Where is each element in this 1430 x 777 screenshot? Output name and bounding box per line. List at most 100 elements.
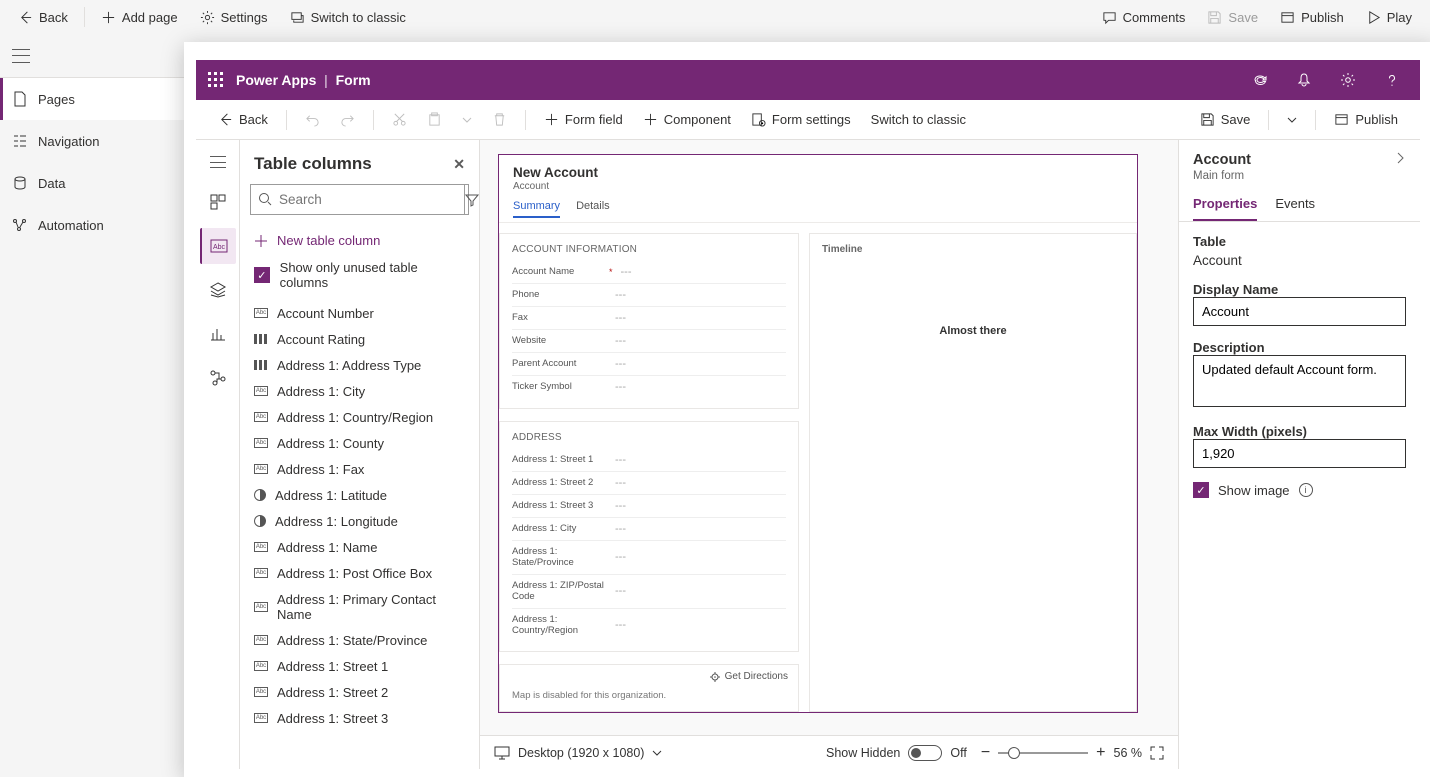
- column-item[interactable]: AbcAddress 1: City: [240, 378, 479, 404]
- column-item[interactable]: AbcAddress 1: Name: [240, 534, 479, 560]
- form-field[interactable]: Address 1: Street 1---: [512, 449, 786, 472]
- form-field[interactable]: Parent Account---: [512, 353, 786, 376]
- column-item[interactable]: AbcAddress 1: Country/Region: [240, 404, 479, 430]
- editor-save-button[interactable]: Save: [1194, 108, 1257, 131]
- form-field[interactable]: Address 1: Street 2---: [512, 472, 786, 495]
- form-field[interactable]: Address 1: City---: [512, 518, 786, 541]
- info-icon[interactable]: i: [1299, 483, 1313, 497]
- form-field[interactable]: Account Name*---: [512, 261, 786, 284]
- switch-classic-button[interactable]: Switch to classic: [865, 108, 972, 131]
- bell-icon[interactable]: [1288, 72, 1320, 88]
- rail-table-columns[interactable]: Abc: [200, 228, 236, 264]
- hamburger-icon[interactable]: [12, 49, 30, 63]
- savings-icon[interactable]: [1244, 71, 1276, 89]
- show-only-unused-checkbox[interactable]: ✓ Show only unused table columns: [250, 254, 469, 296]
- get-directions-button[interactable]: Get Directions: [500, 669, 798, 684]
- rail-business-rules[interactable]: [200, 360, 236, 396]
- add-page-button[interactable]: Add page: [91, 6, 188, 29]
- nav-data[interactable]: Data: [0, 162, 184, 204]
- form-tab-summary[interactable]: Summary: [513, 200, 560, 218]
- editor-back-button[interactable]: Back: [212, 108, 274, 131]
- search-input[interactable]: [251, 185, 464, 214]
- settings-button[interactable]: Settings: [190, 6, 278, 29]
- form-field[interactable]: Ticker Symbol---: [512, 376, 786, 398]
- rail-components[interactable]: [200, 184, 236, 220]
- column-item[interactable]: AbcAddress 1: Post Office Box: [240, 560, 479, 586]
- comments-button[interactable]: Comments: [1092, 6, 1196, 29]
- back-button[interactable]: Back: [8, 6, 78, 29]
- redo-button[interactable]: [334, 108, 361, 131]
- switch-to-classic-button[interactable]: Switch to classic: [280, 6, 416, 29]
- column-item[interactable]: AbcAddress 1: Fax: [240, 456, 479, 482]
- form-tab-details[interactable]: Details: [576, 200, 610, 218]
- column-item[interactable]: AbcAddress 1: Primary Contact Name: [240, 586, 479, 627]
- form-field[interactable]: Phone---: [512, 284, 786, 307]
- cut-button[interactable]: [386, 108, 413, 131]
- new-table-column-button[interactable]: New table column: [250, 227, 469, 254]
- form-field-button[interactable]: Form field: [538, 108, 629, 131]
- rail-hamburger[interactable]: [210, 144, 226, 180]
- show-hidden-toggle[interactable]: Show Hidden Off: [826, 745, 967, 761]
- abc-field-icon: Abc: [210, 239, 228, 253]
- form-field[interactable]: Address 1: ZIP/Postal Code---: [512, 575, 786, 609]
- nav-navigation[interactable]: Navigation: [0, 120, 184, 162]
- undo-button[interactable]: [299, 108, 326, 131]
- column-item[interactable]: AbcAddress 1: Street 2: [240, 679, 479, 705]
- form-field[interactable]: Fax---: [512, 307, 786, 330]
- canvas-scroll[interactable]: New Account Account Summary Details ACCO…: [480, 140, 1178, 735]
- column-label: Address 1: Street 3: [277, 711, 388, 726]
- column-item[interactable]: AbcAddress 1: State/Province: [240, 627, 479, 653]
- column-item[interactable]: Address 1: Latitude: [240, 482, 479, 508]
- help-icon[interactable]: [1376, 72, 1408, 88]
- viewport-picker[interactable]: Desktop (1920 x 1080): [494, 746, 662, 760]
- zoom-slider[interactable]: [998, 752, 1088, 754]
- table-columns-list[interactable]: AbcAccount NumberAccount RatingAddress 1…: [240, 300, 479, 769]
- nav-pages[interactable]: Pages: [0, 78, 184, 120]
- form-preview[interactable]: New Account Account Summary Details ACCO…: [498, 154, 1138, 713]
- form-field[interactable]: Address 1: State/Province---: [512, 541, 786, 575]
- column-item[interactable]: Address 1: Address Type: [240, 352, 479, 378]
- paste-button[interactable]: [421, 108, 448, 131]
- rail-form-libraries[interactable]: [200, 316, 236, 352]
- play-button[interactable]: Play: [1356, 6, 1422, 29]
- section-account-info[interactable]: ACCOUNT INFORMATION Account Name*---Phon…: [499, 233, 799, 409]
- description-textarea[interactable]: [1193, 355, 1406, 407]
- column-item[interactable]: AbcAddress 1: Street 1: [240, 653, 479, 679]
- add-page-label: Add page: [122, 10, 178, 25]
- save-button-outer[interactable]: Save: [1197, 6, 1268, 29]
- display-name-input[interactable]: [1193, 297, 1406, 326]
- column-item[interactable]: Account Rating: [240, 326, 479, 352]
- column-item[interactable]: AbcAddress 1: County: [240, 430, 479, 456]
- column-item[interactable]: AbcAddress 1: Street 3: [240, 705, 479, 731]
- column-label: Address 1: Name: [277, 540, 377, 555]
- fit-icon[interactable]: [1150, 746, 1164, 760]
- rail-tree[interactable]: [200, 272, 236, 308]
- tab-events[interactable]: Events: [1275, 190, 1315, 221]
- form-field[interactable]: Address 1: Street 3---: [512, 495, 786, 518]
- component-button[interactable]: Component: [637, 108, 737, 131]
- form-field[interactable]: Address 1: Country/Region---: [512, 609, 786, 642]
- settings-gear-icon[interactable]: [1332, 72, 1364, 88]
- max-width-input[interactable]: [1193, 439, 1406, 468]
- nav-automation[interactable]: Automation: [0, 204, 184, 246]
- close-icon[interactable]: ✕: [453, 156, 465, 173]
- zoom-out-button[interactable]: −: [981, 744, 990, 762]
- zoom-in-button[interactable]: +: [1096, 744, 1105, 762]
- form-settings-button[interactable]: Form settings: [745, 108, 857, 131]
- form-field[interactable]: Website---: [512, 330, 786, 353]
- section-map[interactable]: Get Directions Map is disabled for this …: [499, 664, 799, 712]
- column-item[interactable]: AbcAccount Number: [240, 300, 479, 326]
- timeline-section[interactable]: Timeline Almost there: [809, 233, 1137, 712]
- editor-save-chevron[interactable]: [1281, 111, 1303, 129]
- publish-button-outer[interactable]: Publish: [1270, 6, 1354, 29]
- waffle-icon[interactable]: [208, 72, 224, 88]
- column-item[interactable]: Address 1: Longitude: [240, 508, 479, 534]
- collapse-icon[interactable]: [1394, 152, 1406, 164]
- paste-chevron[interactable]: [456, 111, 478, 129]
- show-image-checkbox[interactable]: ✓ Show image i: [1193, 482, 1406, 498]
- delete-button[interactable]: [486, 108, 513, 131]
- tab-properties[interactable]: Properties: [1193, 190, 1257, 221]
- section-address[interactable]: ADDRESS Address 1: Street 1---Address 1:…: [499, 421, 799, 652]
- toggle-switch[interactable]: [908, 745, 942, 761]
- editor-publish-button[interactable]: Publish: [1328, 108, 1404, 131]
